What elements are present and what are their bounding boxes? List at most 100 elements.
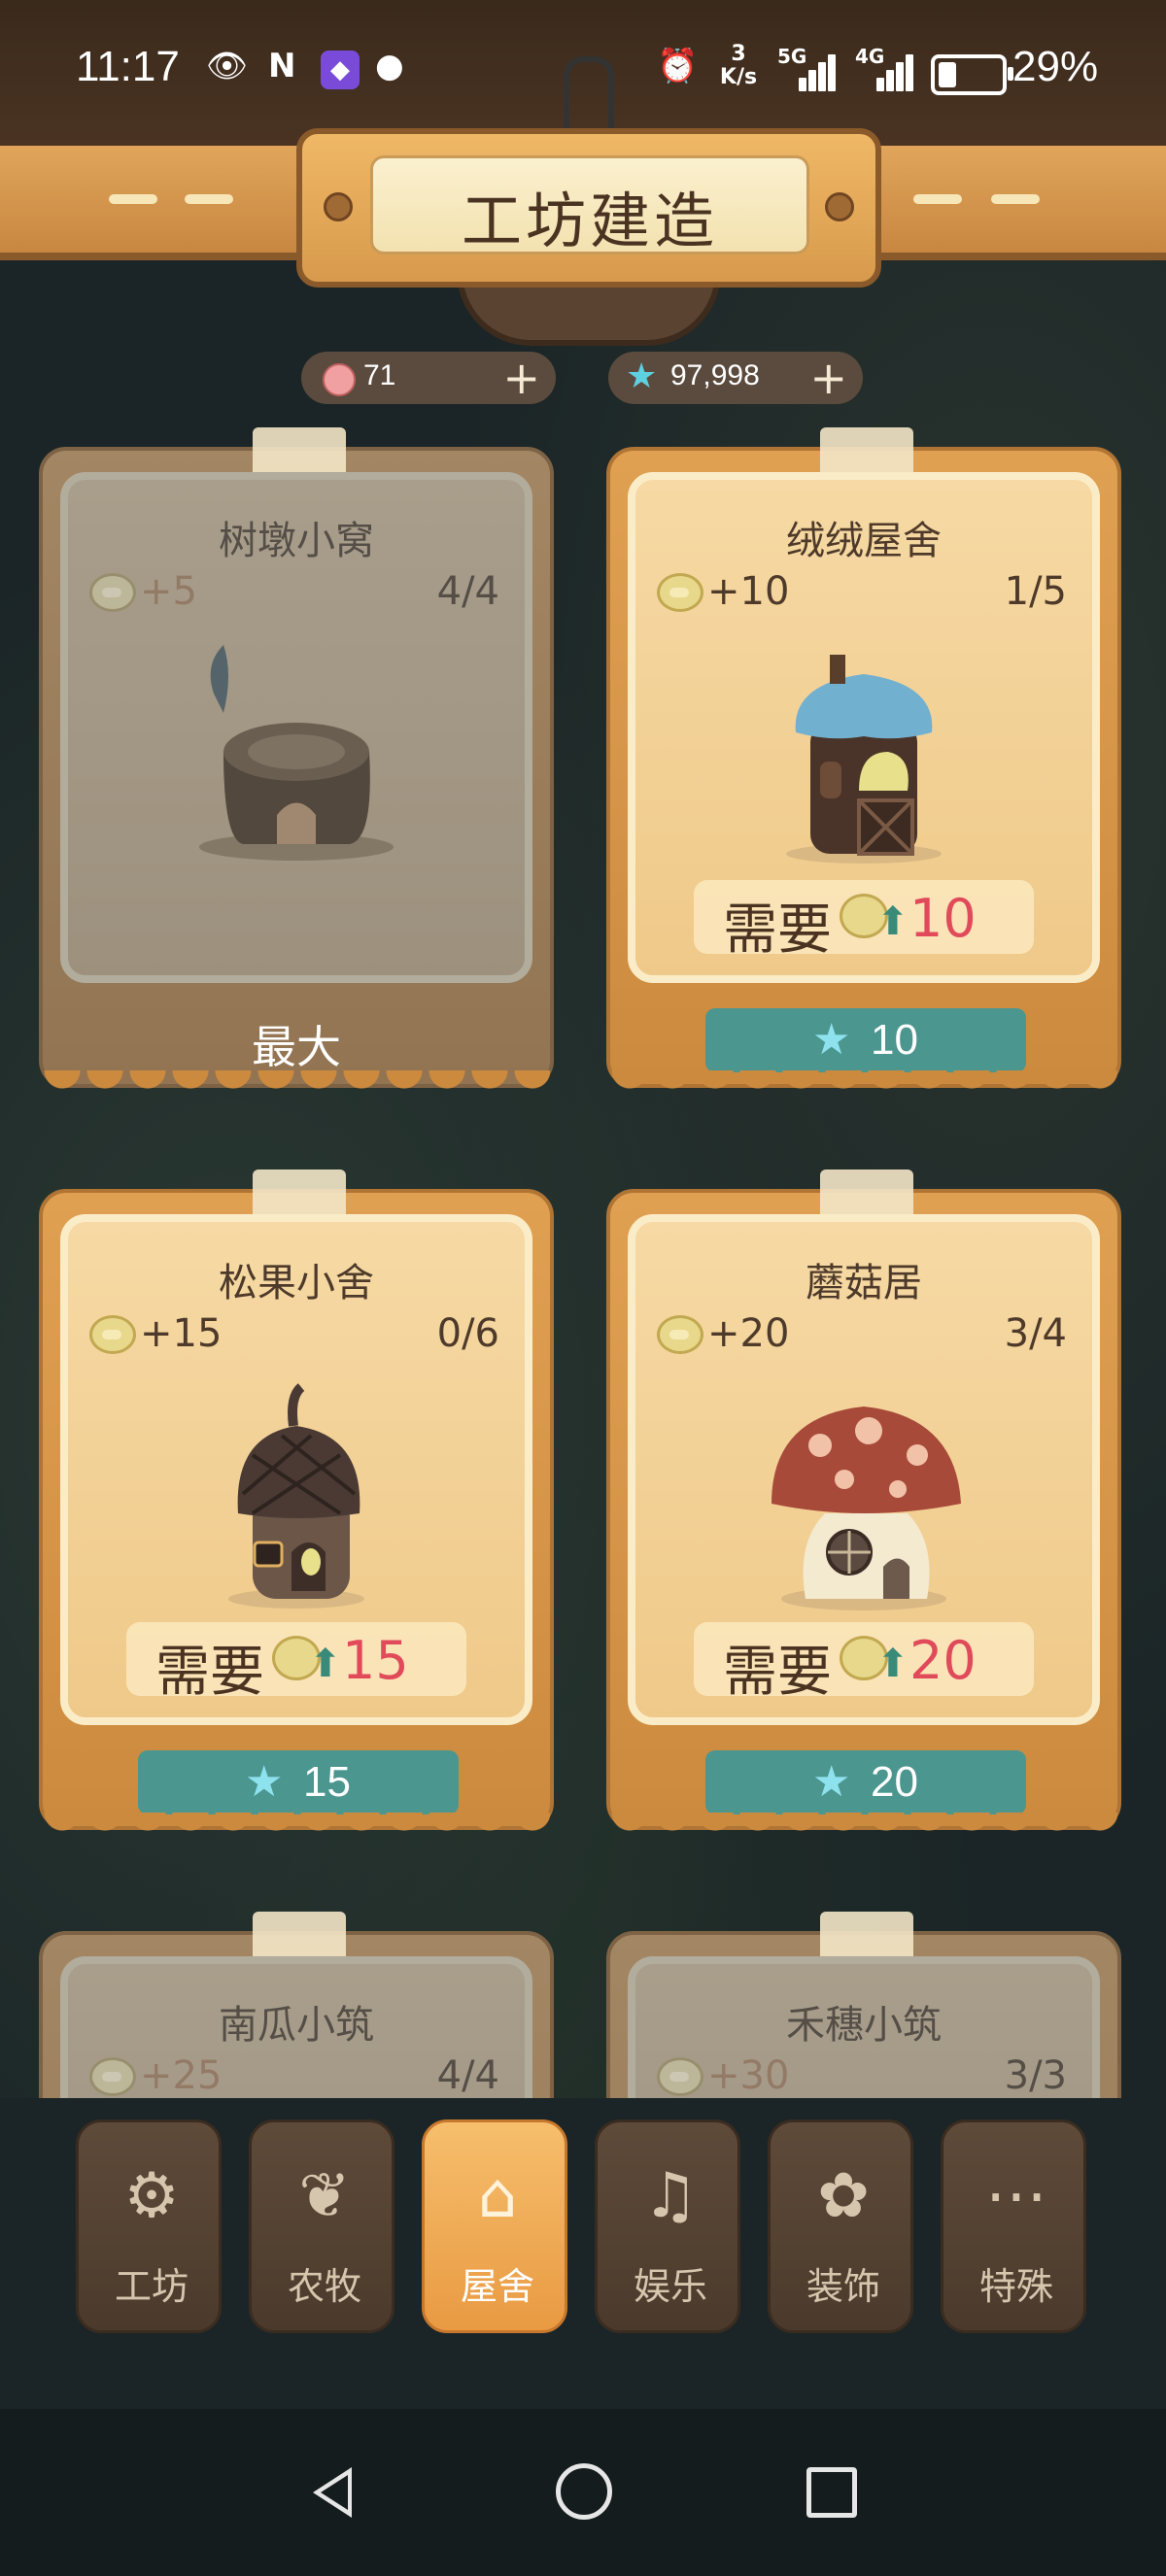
card-face: 绒绒屋舍 +10 1/5 需要 ⬆ 10 xyxy=(628,472,1100,983)
card-face: 树墩小窝 +5 4/4 xyxy=(60,472,532,983)
building-name: 绒绒屋舍 xyxy=(786,519,942,563)
building-bonus: +15 xyxy=(140,1311,223,1356)
nail-icon xyxy=(825,192,854,221)
building-count: 4/4 xyxy=(436,569,499,614)
upgrade-arrow-icon: ⬆ xyxy=(309,1642,342,1686)
nav-tab-entertainment[interactable]: ♫ 娱乐 xyxy=(595,2119,740,2333)
nail-icon xyxy=(324,192,353,221)
battery-icon xyxy=(931,54,1013,95)
header-dash xyxy=(185,194,233,204)
mushroom-house-icon: ⌂ xyxy=(477,2160,518,2232)
title-plaque: 工坊建造 xyxy=(296,128,881,288)
building-card[interactable]: 绒绒屋舍 +10 1/5 需要 ⬆ 10 ★ 10 xyxy=(606,427,1121,1098)
nav-tab-label: 特殊 xyxy=(978,2265,1053,2308)
requirement-label: 需要 xyxy=(155,1641,264,1704)
header-dash xyxy=(991,194,1040,204)
star-icon: ★ xyxy=(812,1757,851,1807)
chat-icon: ● xyxy=(375,47,404,85)
net-speed: 3 K/s xyxy=(719,43,758,89)
net-speed-unit: K/s xyxy=(719,65,758,89)
card-scallop xyxy=(43,1070,550,1096)
building-card[interactable]: 蘑菇居 +20 3/4 需要 ⬆ 20 ★ 20 xyxy=(606,1169,1121,1840)
stump-house-icon xyxy=(199,645,394,861)
building-card[interactable]: 树墩小窝 +5 4/4 最大 xyxy=(39,427,554,1098)
nav-tab-farming[interactable]: ❦ 农牧 xyxy=(249,2119,394,2333)
add-coins-button[interactable]: + xyxy=(502,352,540,404)
nav-tab-label: 装饰 xyxy=(806,2265,880,2308)
card-face: 松果小舍 +15 0/6 需要 ⬆ 15 xyxy=(60,1214,532,1725)
requirement: 需要 ⬆ 10 xyxy=(694,880,1034,962)
card-face: 禾穗小筑 +30 3/3 xyxy=(628,1956,1100,2098)
coin-currency: 71 + xyxy=(301,352,556,404)
status-time: 11:17 xyxy=(76,43,180,90)
nav-tab-workshop[interactable]: ⚙ 工坊 xyxy=(76,2119,222,2333)
nav-tab-houses[interactable]: ⌂ 屋舍 xyxy=(422,2119,567,2333)
building-bonus: +10 xyxy=(707,569,790,614)
building-card[interactable]: 禾穗小筑 +30 3/3 xyxy=(606,1912,1121,2098)
building-card[interactable]: 南瓜小筑 +25 4/4 xyxy=(39,1912,554,2098)
building-bonus: +30 xyxy=(707,2053,790,2098)
net-speed-value: 3 xyxy=(731,42,746,66)
building-list[interactable]: 树墩小窝 +5 4/4 最大 绒绒屋舍 +10 1/5 需要 ⬆ 10 ★ 10… xyxy=(0,427,1166,2098)
battery-percent: 29% xyxy=(1012,43,1099,90)
requirement-label: 需要 xyxy=(723,1641,832,1704)
bell-icon: ♫ xyxy=(642,2160,699,2232)
nav-tab-label: 屋舍 xyxy=(460,2265,534,2308)
add-stars-button[interactable]: + xyxy=(809,352,847,404)
category-nav: ⚙ 工坊 ❦ 农牧 ⌂ 屋舍 ♫ 娱乐 ✿ 装饰 ⋯ 特殊 xyxy=(0,2098,1166,2409)
building-count: 0/6 xyxy=(436,1311,499,1356)
header-dash xyxy=(913,194,962,204)
building-count: 3/4 xyxy=(1004,1311,1067,1356)
coin-icon xyxy=(89,2057,136,2096)
build-price: 10 xyxy=(871,1016,918,1064)
build-button[interactable]: ★ 15 xyxy=(138,1750,459,1814)
star-icon: ★ xyxy=(245,1757,284,1807)
coin-icon xyxy=(657,1315,703,1354)
star-amount: 97,998 xyxy=(670,359,760,391)
build-button[interactable]: ★ 20 xyxy=(705,1750,1026,1814)
blue-roof-house-icon xyxy=(786,655,942,864)
nav-tab-label: 娱乐 xyxy=(633,2265,707,2308)
star-currency: ★ 97,998 + xyxy=(608,352,863,404)
nfc-icon: N xyxy=(268,47,296,85)
mushroom-house-icon xyxy=(772,1407,961,1610)
card-scallop xyxy=(610,1813,1117,1838)
recents-icon[interactable] xyxy=(806,2467,857,2518)
building-count: 4/4 xyxy=(436,2053,499,2098)
requirement-value: 10 xyxy=(909,888,977,949)
sprout-icon: ❦ xyxy=(298,2160,351,2232)
star-icon: ★ xyxy=(626,356,658,396)
acorn-house-icon xyxy=(228,1383,364,1609)
build-price: 15 xyxy=(303,1758,351,1806)
card-scallop xyxy=(610,1070,1117,1096)
building-count: 3/3 xyxy=(1004,2053,1067,2098)
coin-icon xyxy=(323,363,356,396)
building-bonus: +5 xyxy=(140,569,197,614)
coin-icon xyxy=(89,573,136,612)
signal-4g-icon: 4G xyxy=(855,45,913,91)
nav-tab-label: 工坊 xyxy=(114,2265,189,2308)
build-button[interactable]: ★ 10 xyxy=(705,1008,1026,1072)
home-icon[interactable] xyxy=(556,2463,612,2520)
upgrade-arrow-icon: ⬆ xyxy=(876,1642,909,1686)
card-face: 南瓜小筑 +25 4/4 xyxy=(60,1956,532,2098)
signal-5g-icon: 5G xyxy=(777,45,836,91)
system-navigation-bar xyxy=(0,2409,1166,2576)
building-bonus: +20 xyxy=(707,1311,790,1356)
back-icon[interactable] xyxy=(313,2467,352,2518)
battery-level xyxy=(939,62,956,87)
card-face: 蘑菇居 +20 3/4 需要 ⬆ 20 xyxy=(628,1214,1100,1725)
workshop-gear-icon: ⚙ xyxy=(123,2160,180,2232)
building-card[interactable]: 松果小舍 +15 0/6 需要 ⬆ 15 ★ 15 xyxy=(39,1169,554,1840)
requirement: 需要 ⬆ 20 xyxy=(694,1622,1034,1704)
nav-tab-special[interactable]: ⋯ 特殊 xyxy=(941,2119,1086,2333)
building-name: 蘑菇居 xyxy=(806,1261,922,1305)
flower-icon: ✿ xyxy=(817,2160,870,2232)
building-name: 南瓜小筑 xyxy=(219,2003,374,2048)
nav-tab-decoration[interactable]: ✿ 装饰 xyxy=(768,2119,913,2333)
requirement-value: 20 xyxy=(909,1630,977,1691)
app-icon: ◆ xyxy=(321,51,360,89)
alarm-icon: ⏰ xyxy=(657,47,699,85)
nav-tab-label: 农牧 xyxy=(287,2265,361,2308)
building-name: 松果小舍 xyxy=(219,1261,374,1305)
